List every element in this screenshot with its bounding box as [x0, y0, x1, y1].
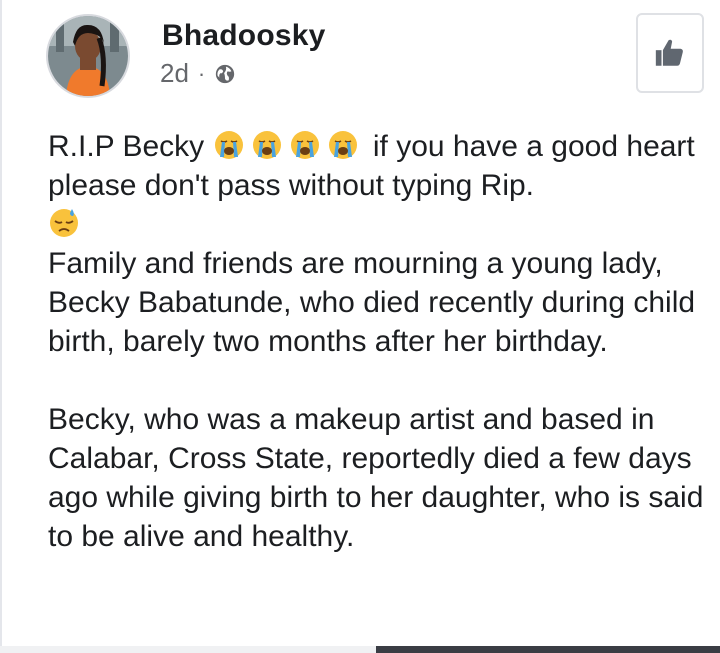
- post-paragraph-1: Family and friends are mourning a young …: [48, 247, 696, 358]
- post-body: R.I.P Becky if you have a good heart ple…: [48, 127, 708, 556]
- post-time[interactable]: 2d: [160, 58, 189, 89]
- thumbs-up-icon: [655, 39, 683, 66]
- post-intro: R.I.P Becky if you have a good heart ple…: [48, 127, 708, 244]
- crying-face-emoji: [328, 131, 357, 159]
- like-button[interactable]: [636, 13, 704, 93]
- meta-separator: ·: [197, 60, 206, 86]
- author-name[interactable]: Bhadoosky: [162, 19, 326, 53]
- crying-face-emoji: [214, 131, 243, 159]
- attached-image-edge: [376, 646, 720, 653]
- crying-face-emoji: [252, 131, 281, 159]
- crying-face-emoji: [290, 131, 319, 159]
- downcast-sweat-face-emoji: [50, 209, 78, 237]
- left-border: [0, 0, 2, 653]
- globe-icon: [216, 64, 235, 83]
- post-meta: 2d ·: [160, 58, 236, 89]
- avatar-photo: [48, 16, 128, 96]
- crying-emoji-group: [213, 130, 373, 163]
- post-paragraph-2: Becky, who was a makeup artist and based…: [48, 403, 704, 553]
- avatar[interactable]: [46, 14, 130, 98]
- post-intro-prefix: R.I.P Becky: [48, 130, 205, 163]
